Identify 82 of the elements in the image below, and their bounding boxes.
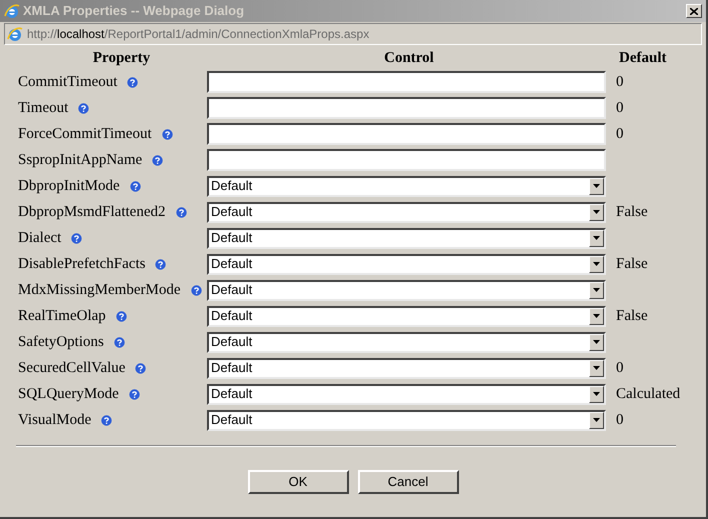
default-value: 0 [615,98,624,118]
browser-icon [4,3,20,19]
dropdown-arrow-button[interactable] [589,360,604,376]
close-icon [690,8,698,14]
caret-icon [593,210,600,214]
help-icon[interactable] [116,310,127,322]
help-icon[interactable] [190,284,202,296]
default-value: 0 [615,72,624,92]
dropdown-arrow-button[interactable] [589,282,604,298]
input-field[interactable] [207,149,606,171]
help-icon[interactable] [78,102,90,114]
caret-icon [593,288,600,292]
input-field[interactable] [207,97,606,119]
help-icon[interactable] [135,362,146,374]
caret-icon [593,392,600,396]
property-label: DbpropMsmdFlattened2 [18,202,166,222]
help-icon[interactable] [127,76,138,88]
dropdown[interactable]: Default [207,202,606,222]
help-icon[interactable] [71,232,82,244]
default-value: False [615,254,649,274]
default-value: Calculated [615,384,682,404]
property-label: VisualMode [18,410,92,430]
close-button[interactable] [686,4,702,18]
help-icon[interactable] [162,128,173,140]
dropdown[interactable]: Default [207,332,606,352]
dropdown[interactable]: Default [207,384,606,404]
help-icon[interactable] [128,388,140,400]
property-label: MdxMissingMemberMode [18,280,180,300]
property-label: Dialect [18,228,62,248]
column-header: Control [384,49,434,68]
property-label: DbpropInitMode [18,176,120,196]
input-field[interactable] [207,71,606,93]
default-value: False [615,202,649,222]
help-icon[interactable] [155,258,166,270]
ok-button[interactable]: OK [248,470,348,494]
window-title: XMLA Properties -- Webpage Dialog [23,2,246,20]
property-label: CommitTimeout [18,72,118,92]
dropdown[interactable]: Default [207,358,606,378]
help-icon[interactable] [114,336,125,348]
dropdown-arrow-button[interactable] [589,308,604,324]
dropdown-arrow-button[interactable] [589,230,604,246]
dropdown[interactable]: Default [207,410,606,430]
property-label: SspropInitAppName [18,150,142,170]
caret-icon [593,314,600,318]
dropdown-arrow-button[interactable] [589,178,604,194]
dropdown-arrow-button[interactable] [589,334,604,350]
property-label: DisablePrefetchFacts [18,254,146,274]
dropdown-arrow-button[interactable] [589,204,604,220]
dropdown[interactable]: Default [207,306,606,326]
help-icon[interactable] [130,180,141,192]
cancel-button[interactable]: Cancel [358,470,458,494]
property-label: ForceCommitTimeout [18,124,152,144]
dropdown[interactable]: Default [207,228,606,248]
property-label: Timeout [18,98,68,118]
page-url: http://localhost/ReportPortal1/admin/ConnectionXmlaProps.aspx [27,26,370,43]
caret-icon [593,184,600,188]
dropdown[interactable]: Default [207,176,606,196]
dropdown-arrow-button[interactable] [589,256,604,272]
property-label: RealTimeOlap [18,306,106,326]
dropdown-arrow-button[interactable] [589,386,604,402]
caret-icon [593,366,600,370]
caret-icon [593,262,600,266]
property-label: SafetyOptions [18,332,104,352]
default-value: False [615,306,649,326]
browser-icon [7,26,23,42]
help-icon[interactable] [101,414,112,426]
caret-icon [593,340,600,344]
default-value: 0 [615,410,624,430]
help-icon[interactable] [152,154,164,166]
property-label: SQLQueryMode [18,384,119,404]
input-field[interactable] [207,123,606,145]
property-label: SecuredCellValue [18,358,126,378]
dropdown[interactable]: Default [207,254,606,274]
dropdown-arrow-button[interactable] [589,412,604,428]
dropdown[interactable]: Default [207,280,606,300]
column-header: Default [618,49,666,68]
default-value: 0 [615,124,624,144]
column-header: Property [92,49,150,68]
default-value: 0 [615,358,624,378]
caret-icon [593,236,600,240]
help-icon[interactable] [176,206,186,218]
caret-icon [593,418,600,422]
